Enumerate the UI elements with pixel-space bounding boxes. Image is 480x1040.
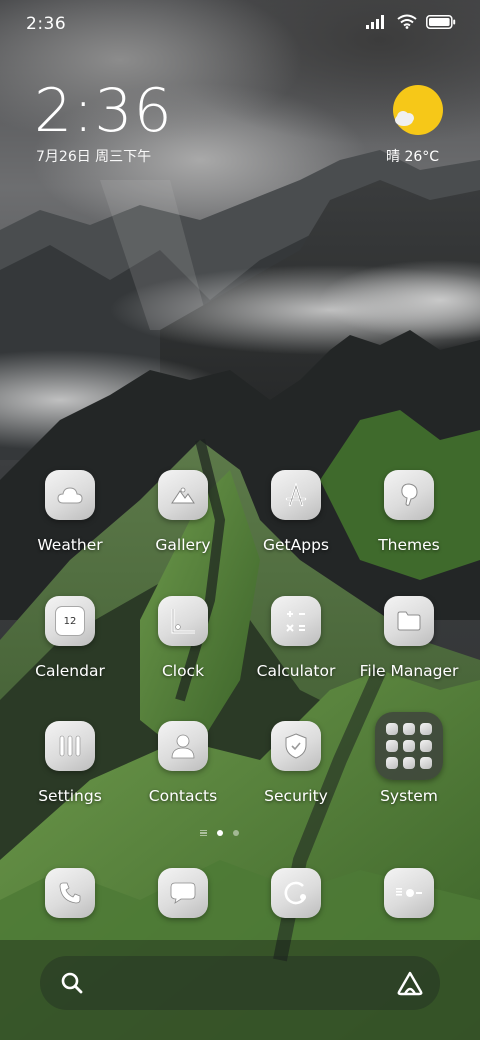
battery-icon	[426, 14, 456, 29]
app-label: Settings	[38, 787, 102, 805]
dock-messages[interactable]	[127, 868, 239, 918]
app-security[interactable]: Security	[240, 721, 352, 805]
date-text: 7月26日 周三下午	[36, 149, 152, 165]
shield-icon[interactable]	[271, 721, 321, 771]
browser-icon[interactable]	[271, 868, 321, 918]
app-gallery[interactable]: Gallery	[127, 470, 239, 554]
person-icon[interactable]	[158, 721, 208, 771]
wifi-icon	[397, 14, 417, 29]
app-label: Security	[264, 787, 328, 805]
mountain-image-icon[interactable]	[158, 470, 208, 520]
app-label: Gallery	[155, 536, 211, 554]
app-file-manager[interactable]: File Manager	[353, 596, 465, 680]
status-bar: 2:36	[0, 0, 480, 50]
page-dot-active[interactable]	[217, 830, 223, 836]
calendar-day: 12	[63, 615, 77, 627]
page-indicator[interactable]	[200, 830, 239, 836]
app-label: Calendar	[35, 662, 105, 680]
dock-phone[interactable]	[14, 868, 126, 918]
app-calendar[interactable]: 12 Calendar	[14, 596, 126, 680]
settings-icon[interactable]	[45, 721, 95, 771]
app-folder-system[interactable]: System	[353, 712, 465, 805]
message-icon[interactable]	[158, 868, 208, 918]
app-clock[interactable]: Clock	[127, 596, 239, 680]
brush-icon[interactable]	[384, 470, 434, 520]
feed-page-icon[interactable]	[200, 830, 207, 836]
app-label: Themes	[378, 536, 440, 554]
app-weather[interactable]: Weather	[14, 470, 126, 554]
app-label: GetApps	[263, 536, 329, 554]
weather-text: 晴 26°C	[386, 149, 440, 165]
cloud-icon[interactable]	[45, 470, 95, 520]
page-dot[interactable]	[233, 830, 239, 836]
app-label: File Manager	[359, 662, 459, 680]
app-store-icon[interactable]	[271, 470, 321, 520]
assistant-icon[interactable]	[396, 970, 424, 996]
phone-icon[interactable]	[45, 868, 95, 918]
calculator-icon[interactable]	[271, 596, 321, 646]
signal-icon	[366, 14, 384, 29]
app-label: Weather	[37, 536, 103, 554]
search-icon[interactable]	[60, 971, 84, 995]
app-calculator[interactable]: Calculator	[240, 596, 352, 680]
camera-icon[interactable]	[384, 868, 434, 918]
app-contacts[interactable]: Contacts	[127, 721, 239, 805]
clock-icon[interactable]	[158, 596, 208, 646]
dock-camera[interactable]	[353, 868, 465, 918]
lockscreen-clock[interactable]: 2:36	[34, 76, 173, 146]
search-bar[interactable]	[40, 956, 440, 1010]
dock-browser[interactable]	[240, 868, 352, 918]
folder-icon[interactable]	[384, 596, 434, 646]
app-label: Contacts	[148, 787, 218, 805]
app-label: Clock	[161, 662, 205, 680]
app-getapps[interactable]: GetApps	[240, 470, 352, 554]
calendar-icon[interactable]: 12	[45, 596, 95, 646]
status-time: 2:36	[26, 14, 67, 34]
app-folder-icon[interactable]	[375, 712, 443, 780]
app-label: System	[380, 787, 438, 805]
app-themes[interactable]: Themes	[353, 470, 465, 554]
app-settings[interactable]: Settings	[14, 721, 126, 805]
app-label: Calculator	[256, 662, 336, 680]
sun-cloud-icon[interactable]	[392, 84, 444, 136]
